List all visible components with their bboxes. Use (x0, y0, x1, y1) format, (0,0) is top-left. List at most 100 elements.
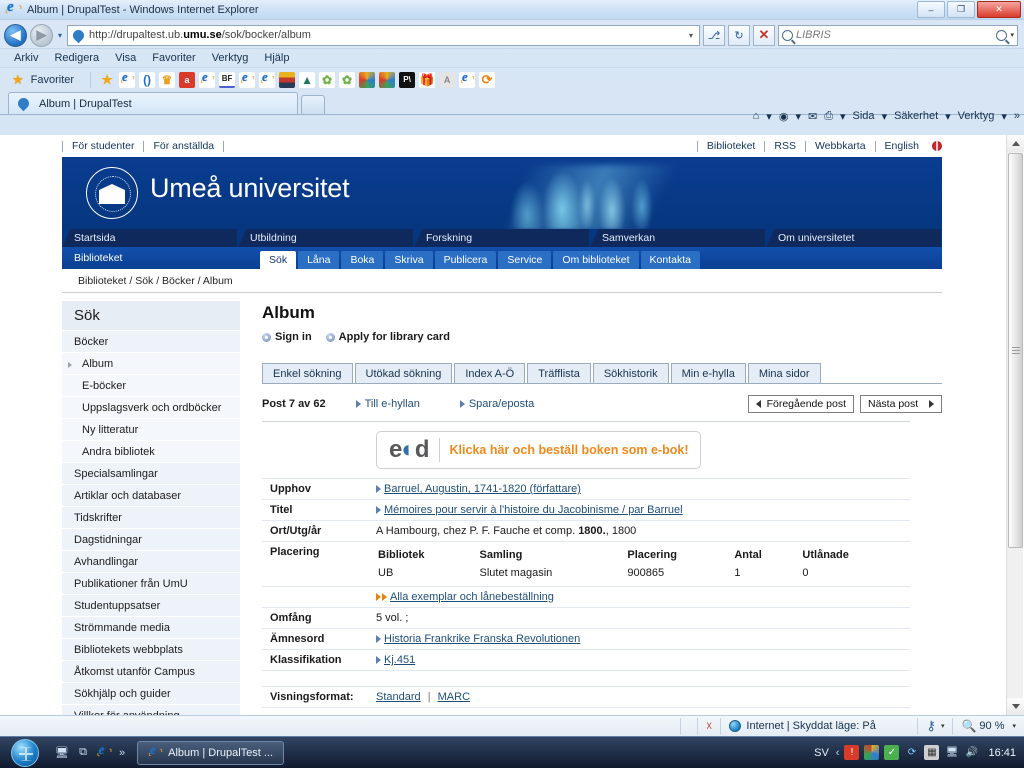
subnav-service[interactable]: Service (498, 251, 552, 269)
vertical-scrollbar[interactable] (1006, 135, 1024, 715)
tab-index-a-o[interactable]: Index A-Ö (454, 363, 526, 383)
switch-windows-icon[interactable]: ⧉ (75, 745, 91, 761)
tray-expand-icon[interactable]: ‹ (836, 747, 840, 759)
maximize-button[interactable]: ❐ (947, 1, 975, 18)
klassifikation-link[interactable]: Kj.451 (384, 654, 415, 666)
safety-menu[interactable]: Säkerhet (894, 110, 938, 122)
sidebar-item-studentuppsatser[interactable]: Studentuppsatser (62, 595, 240, 617)
new-tab-button[interactable] (301, 95, 325, 114)
subnav-brand[interactable]: Biblioteket (74, 247, 260, 269)
favorites-button[interactable]: Favoriter (31, 74, 74, 86)
address-input[interactable]: http://drupaltest.ub.umu.se/sok/bocker/a… (67, 24, 700, 46)
topnav-english[interactable]: English (876, 140, 928, 152)
menu-arkiv[interactable]: Arkiv (14, 52, 38, 64)
ie-quicklaunch-icon[interactable] (96, 743, 112, 761)
sidebar-item-avhandlingar[interactable]: Avhandlingar (62, 551, 240, 573)
start-button[interactable] (2, 738, 48, 768)
refresh-icon[interactable]: ↻ (728, 24, 750, 46)
to-eshelf-link[interactable]: Till e-hyllan (355, 398, 420, 410)
eod-banner[interactable]: e◐d Klicka här och beställ boken som e-b… (376, 431, 702, 469)
brackets-icon[interactable]: () (139, 71, 156, 88)
mainnav-utbildning[interactable]: Utbildning (238, 229, 414, 247)
leaf2-icon[interactable]: ✿ (339, 71, 356, 88)
tray-volume-icon[interactable]: 🔊 (964, 745, 979, 760)
print-icon[interactable]: ⎙ (824, 110, 833, 123)
leaf-icon[interactable]: ✿ (319, 71, 336, 88)
overflow-icon[interactable]: » (1014, 110, 1020, 122)
add-favorite-icon[interactable]: ★ (99, 72, 115, 88)
topnav-rss[interactable]: RSS (765, 140, 805, 152)
recent-pages-caret[interactable]: ▾ (56, 31, 64, 40)
mainnav-om-universitetet[interactable]: Om universitetet (766, 229, 942, 247)
sidebar-item-tidskrifter[interactable]: Tidskrifter (62, 507, 240, 529)
mainnav-forskning[interactable]: Forskning (414, 229, 590, 247)
sidebar-item-villkor[interactable]: Villkor för användning (62, 705, 240, 715)
menu-visa[interactable]: Visa (115, 52, 136, 64)
address-dropdown-caret[interactable]: ▾ (685, 31, 697, 40)
bf-icon[interactable]: BF (219, 71, 236, 88)
taskbar-item-album[interactable]: Album | DrupalTest ... (137, 740, 285, 765)
tab-sokhistorik[interactable]: Sökhistorik (592, 363, 669, 383)
tray-red-icon[interactable]: ! (844, 745, 860, 760)
menu-hjalp[interactable]: Hjälp (264, 52, 289, 64)
page-caret-icon[interactable]: ▾ (882, 110, 888, 123)
scroll-down-button[interactable] (1007, 698, 1024, 715)
stop-icon[interactable]: ✕ (753, 24, 775, 46)
tab-trafflista[interactable]: Träfflista (527, 363, 591, 383)
sidebar-item-sokhjalp[interactable]: Sökhjälp och guider (62, 683, 240, 705)
fan-icon[interactable]: ▲ (299, 71, 316, 88)
tray-check-icon[interactable]: ✓ (884, 745, 900, 760)
zone-segment[interactable]: Internet | Skyddat läge: På (720, 717, 883, 735)
tools-menu[interactable]: Verktyg (958, 110, 995, 122)
subnav-boka[interactable]: Boka (341, 251, 384, 269)
tray-sync-icon[interactable]: ⟳ (904, 745, 919, 760)
search-go-icon[interactable] (996, 29, 1008, 41)
tab-enkel-sokning[interactable]: Enkel sökning (262, 363, 353, 383)
sidebar-item-album[interactable]: Album (62, 353, 240, 375)
safety-caret-icon[interactable]: ▾ (945, 110, 951, 123)
menu-favoriter[interactable]: Favoriter (152, 52, 195, 64)
subnav-skriva[interactable]: Skriva (385, 251, 433, 269)
titel-link[interactable]: Mémoires pour servir à l'histoire du Jac… (384, 504, 683, 516)
previous-post-button[interactable]: Föregående post (747, 395, 854, 413)
feeds-icon[interactable]: ◉ (779, 110, 789, 123)
mainnav-samverkan[interactable]: Samverkan (590, 229, 766, 247)
ie-shortcut-icon[interactable] (119, 71, 136, 88)
quicklaunch-overflow-icon[interactable]: » (119, 747, 125, 759)
print-caret-icon[interactable]: ▾ (840, 110, 846, 123)
letter-a-icon[interactable]: A (439, 71, 456, 88)
sidebar-item-dagstidningar[interactable]: Dagstidningar (62, 529, 240, 551)
format-marc-link[interactable]: MARC (438, 691, 470, 703)
topnav-webbkarta[interactable]: Webbkarta (806, 140, 875, 152)
upphov-link[interactable]: Barruel, Augustin, 1741-1820 (författare… (384, 483, 581, 495)
ie-page2-icon[interactable] (239, 71, 256, 88)
sidebar-item-specialsamlingar[interactable]: Specialsamlingar (62, 463, 240, 485)
topnav-for-studenter[interactable]: För studenter (63, 140, 143, 152)
colorful-icon[interactable] (359, 71, 376, 88)
scrollbar-thumb[interactable] (1008, 153, 1023, 548)
save-email-link[interactable]: Spara/eposta (459, 398, 534, 410)
amnesord-link[interactable]: Historia Frankrike Franska Revolutionen (384, 633, 580, 645)
sidebar-item-publikationer[interactable]: Publikationer från UmU (62, 573, 240, 595)
tab-min-e-hylla[interactable]: Min e-hylla (670, 363, 746, 383)
subnav-sok[interactable]: Sök (260, 251, 297, 269)
tray-battery-icon[interactable]: ▦ (924, 745, 940, 760)
pn-icon[interactable]: P\ (399, 71, 416, 88)
browser-tab-album[interactable]: Album | DrupalTest (8, 92, 298, 114)
home-caret-icon[interactable]: ▾ (766, 110, 772, 123)
format-standard-link[interactable]: Standard (376, 691, 421, 703)
search-provider-caret[interactable]: ▾ (1010, 31, 1014, 39)
back-button[interactable]: ◀ (4, 23, 27, 47)
next-post-button[interactable]: Nästa post (860, 395, 942, 413)
tools-caret-icon[interactable]: ▾ (1001, 110, 1007, 123)
mainnav-startsida[interactable]: Startsida (62, 229, 238, 247)
subnav-kontakta[interactable]: Kontakta (640, 251, 700, 269)
tab-mina-sidor[interactable]: Mina sidor (747, 363, 821, 383)
show-desktop-icon[interactable]: 🖥 (54, 745, 70, 761)
sidebar-item-webbplats[interactable]: Bibliotekets webbplats (62, 639, 240, 661)
red-a-icon[interactable]: a (179, 71, 196, 88)
feeds-caret-icon[interactable]: ▾ (795, 110, 801, 123)
sidebar-item-atkomst[interactable]: Åtkomst utanför Campus (62, 661, 240, 683)
close-button[interactable]: ✕ (977, 1, 1021, 18)
colorful2-icon[interactable] (379, 71, 396, 88)
